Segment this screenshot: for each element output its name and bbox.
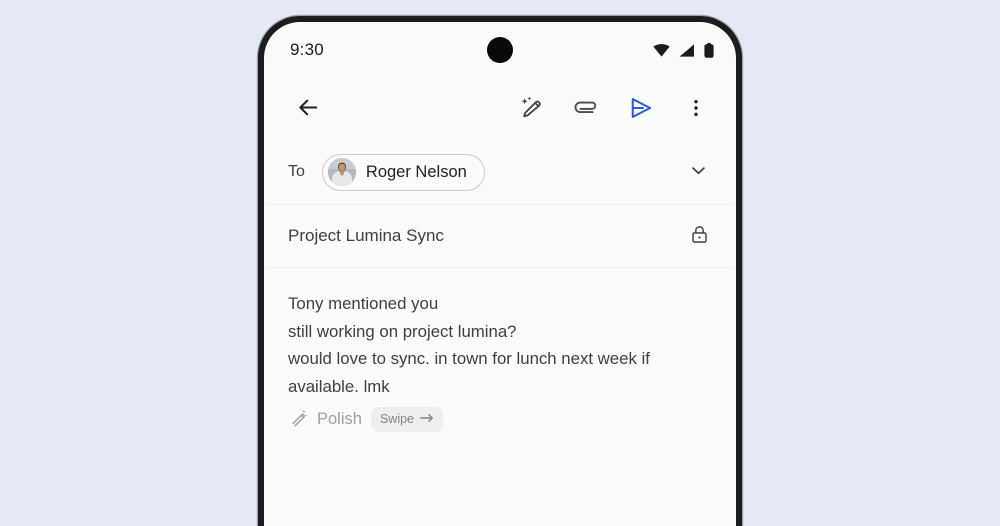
battery-icon: [704, 42, 714, 58]
polish-label: Polish: [317, 410, 362, 428]
camera-punch-hole: [487, 37, 513, 63]
recipient-chip[interactable]: Roger Nelson: [321, 153, 485, 191]
confidential-mode-button[interactable]: [682, 219, 716, 253]
more-vertical-icon: [685, 97, 707, 122]
body-line: still working on project lumina?: [288, 321, 517, 341]
attach-button[interactable]: [564, 87, 608, 131]
phone-device-frame: 9:30 To Roger Nelson Project Lumina Sync…: [258, 16, 742, 526]
chevron-down-icon: [688, 160, 709, 184]
back-button[interactable]: [286, 87, 330, 131]
ai-compose-button[interactable]: [509, 87, 553, 131]
compose-toolbar: [264, 78, 736, 140]
magic-wand-icon: [289, 408, 308, 432]
message-body-input[interactable]: Tony mentioned you still working on proj…: [264, 268, 736, 432]
cellular-signal-icon: [679, 43, 695, 57]
body-line: Tony mentioned you: [288, 294, 439, 313]
to-field-label: To: [288, 163, 305, 180]
status-bar-clock: 9:30: [290, 40, 324, 59]
status-bar: 9:30: [264, 22, 736, 78]
toolbar-actions: [509, 87, 718, 131]
contact-photo-avatar: [327, 158, 356, 186]
paperclip-icon: [574, 95, 599, 123]
send-icon: [628, 95, 654, 124]
recipient-row[interactable]: To Roger Nelson: [264, 140, 736, 204]
recipient-name: Roger Nelson: [365, 162, 467, 181]
polish-suggestion[interactable]: Polish Swipe: [289, 407, 714, 432]
arrow-left-icon: [296, 95, 321, 123]
subject-input[interactable]: Project Lumina Sync: [288, 226, 444, 246]
status-bar-icons: [653, 42, 714, 58]
recipient-expand-button[interactable]: [678, 152, 718, 192]
swipe-hint-label: Swipe: [379, 412, 414, 426]
swipe-hint-chip[interactable]: Swipe: [370, 407, 443, 432]
body-line: available. lmk: [288, 376, 390, 396]
wifi-icon: [653, 43, 670, 57]
subject-row[interactable]: Project Lumina Sync: [264, 205, 736, 267]
arrow-right-icon: [420, 410, 434, 428]
send-button[interactable]: [619, 87, 663, 131]
lock-icon: [689, 224, 710, 248]
phone-screen: 9:30 To Roger Nelson Project Lumina Sync…: [264, 22, 736, 526]
body-line: would love to sync. in town for lunch ne…: [288, 349, 650, 368]
more-options-button[interactable]: [674, 87, 718, 131]
magic-pencil-icon: [519, 95, 544, 123]
